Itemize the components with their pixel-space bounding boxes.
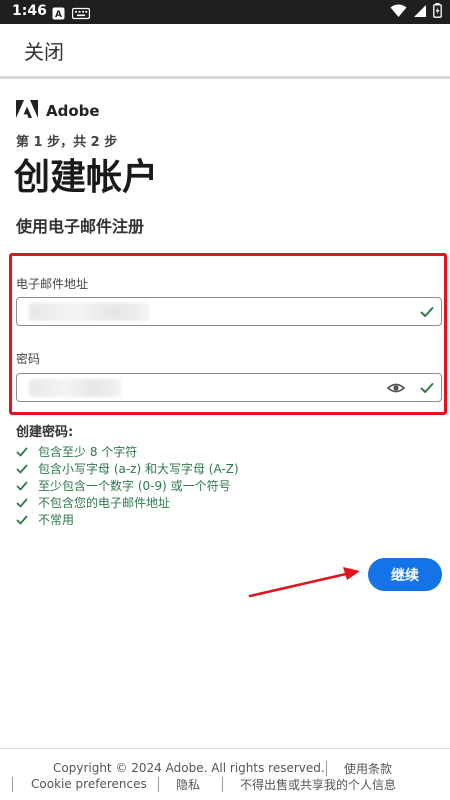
check-icon [16,515,28,524]
check-icon [16,447,28,456]
password-rule: 包含小写字母 (a-z) 和大写字母 (A-Z) [16,460,239,477]
wifi-icon [390,3,407,22]
brand-name: Adobe [46,102,100,120]
check-icon [16,498,28,507]
close-button[interactable]: 关闭 [24,36,64,65]
svg-text:A: A [55,10,62,20]
status-bar: 1:46 A [0,0,450,24]
cookie-preferences-link[interactable]: Cookie preferences [31,777,147,791]
password-rule: 包含至少 8 个字符 [16,443,239,460]
terms-link[interactable]: 使用条款 [344,760,392,777]
email-field[interactable] [16,297,442,326]
continue-button[interactable]: 继续 [368,558,442,591]
top-bar: 关闭 [0,24,450,76]
password-rule: 不常用 [16,511,239,528]
brand: Adobe [16,100,100,122]
password-rule-text: 包含至少 8 个字符 [38,445,138,459]
footer-separator [222,777,223,792]
annotation-arrow [248,567,360,598]
top-divider [0,76,450,79]
check-icon [16,481,28,490]
password-label: 密码 [16,352,41,366]
footer-separator [326,761,327,776]
password-rule: 至少包含一个数字 (0-9) 或一个符号 [16,477,239,494]
eye-icon[interactable] [386,380,406,400]
copyright-text: Copyright © 2024 Adobe. All rights reser… [53,761,325,775]
check-icon [419,304,435,324]
keyboard-icon [71,5,91,24]
adobe-logo-icon [16,100,38,122]
email-value-redacted [29,303,149,321]
privacy-link[interactable]: 隐私 [176,776,200,793]
password-rules-list: 包含至少 8 个字符 包含小写字母 (a-z) 和大写字母 (A-Z) 至少包含… [16,443,239,528]
password-rules-title: 创建密码: [16,425,74,440]
password-value-redacted [29,379,121,397]
do-not-sell-link[interactable]: 不得出售或共享我的个人信息 [240,776,396,793]
password-rule-text: 不包含您的电子邮件地址 [38,496,171,510]
password-rule: 不包含您的电子邮件地址 [16,494,239,511]
footer-separator [12,777,13,792]
signup-method-heading: 使用电子邮件注册 [16,217,145,236]
page-title: 创建帐户 [14,157,159,198]
notification-a-icon: A [52,5,65,24]
password-rule-text: 至少包含一个数字 (0-9) 或一个符号 [38,479,231,493]
password-rule-text: 包含小写字母 (a-z) 和大写字母 (A-Z) [38,462,239,476]
status-time: 1:46 [12,3,47,19]
signal-icon [413,3,427,22]
check-icon [16,464,28,473]
check-icon [419,380,435,400]
footer-divider [0,748,450,749]
password-rule-text: 不常用 [38,513,75,527]
password-field[interactable] [16,373,442,402]
battery-icon [433,2,442,22]
email-label: 电子邮件地址 [16,277,89,291]
footer-separator [158,777,159,792]
